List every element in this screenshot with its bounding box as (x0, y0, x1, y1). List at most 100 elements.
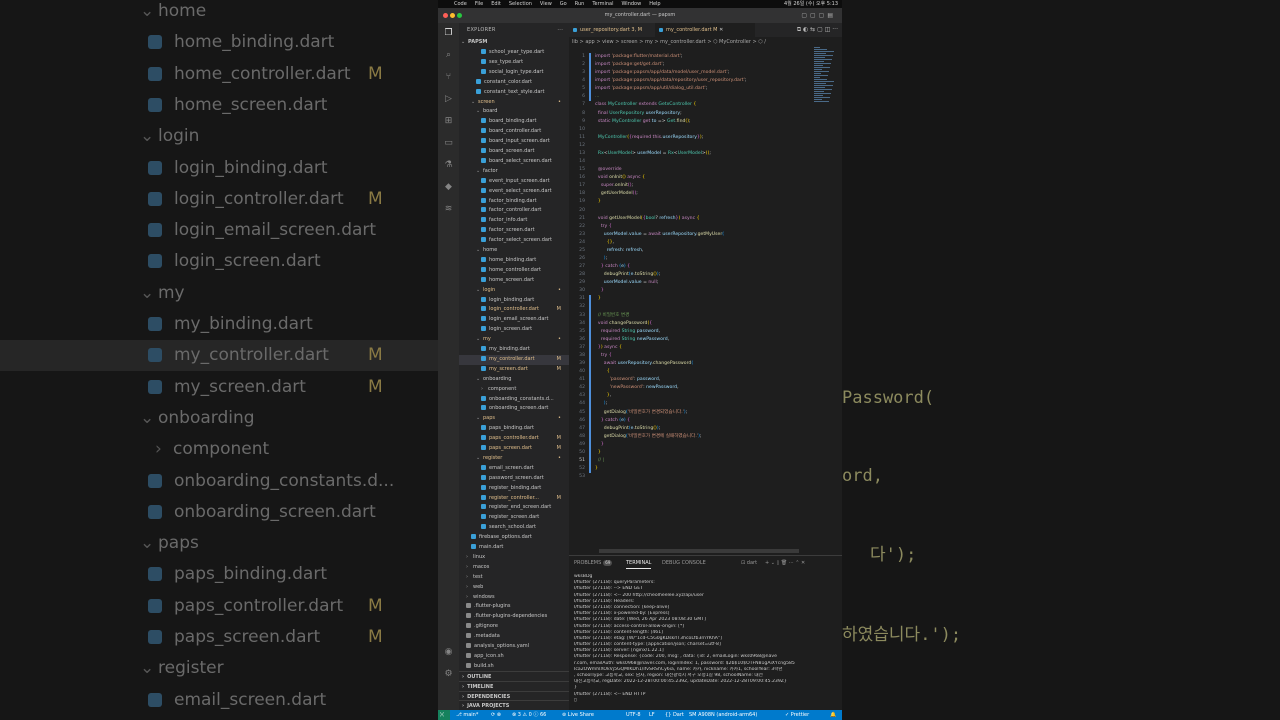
tree-item[interactable]: constant_color.dart (459, 78, 569, 88)
tree-item[interactable]: my_screen.dart M (459, 365, 569, 375)
code-line[interactable]: import 'package:papsm/app/data/model/use… (595, 69, 729, 77)
remote-icon[interactable]: ▭ (443, 138, 454, 149)
code-line[interactable]: try { (595, 223, 612, 231)
tree-item[interactable]: .metadata (459, 632, 569, 642)
code-line[interactable]: static MyController get to => Get.find()… (595, 118, 691, 126)
code-line[interactable]: } (595, 198, 601, 206)
code-line[interactable]: try { (595, 352, 612, 360)
tree-item[interactable]: register_controller... M (459, 494, 569, 504)
tree-item[interactable]: my_binding.dart (459, 345, 569, 355)
tree-item[interactable]: login_screen.dart (459, 325, 569, 335)
tree-item[interactable]: school_year_type.dart (459, 48, 569, 58)
menu-item-run[interactable]: Run (575, 0, 585, 8)
editor-tab[interactable]: my_controller.dart M ✕ (655, 23, 755, 37)
git-branch-status[interactable]: ⎇ main* (456, 710, 478, 720)
code-line[interactable]: } (595, 295, 601, 303)
breadcrumb[interactable]: lib > app > view > screen > my > my_cont… (569, 37, 842, 47)
prettier-status[interactable]: ✓ Prettier (785, 710, 809, 720)
tree-item[interactable]: › component (459, 385, 569, 395)
menu-item-edit[interactable]: Edit (491, 0, 501, 8)
menu-item-window[interactable]: Window (621, 0, 641, 8)
tree-item[interactable]: ⌄ register • (459, 454, 569, 464)
code-line[interactable]: debugPrint(e.toString()); (595, 271, 660, 279)
code-line[interactable]: // | (595, 457, 604, 465)
close-tab-icon[interactable]: ✕ (717, 27, 723, 33)
tree-item[interactable]: analysis_options.yaml (459, 642, 569, 652)
code-line[interactable]: debugPrint(e.toString()); (595, 425, 660, 433)
code-line[interactable]: import 'package:flutter/material.dart'; (595, 53, 682, 61)
explorer-root-folder[interactable]: ⌄ PAPSM (459, 38, 569, 48)
code-line[interactable]: { (595, 368, 610, 376)
tree-item[interactable]: ⌄ home (459, 246, 569, 256)
minimize-window-button[interactable] (450, 13, 455, 18)
layout-toggle-icons[interactable]: ▢▢▢▤ (801, 8, 836, 23)
tree-item[interactable]: register_screen.dart (459, 513, 569, 523)
code-line[interactable]: import 'package:papsm/app/data/repositor… (595, 77, 746, 85)
flutter-device-status[interactable]: SM A908N (android-arm64) (689, 710, 757, 720)
tree-item[interactable]: .flutter-plugins (459, 602, 569, 612)
code-line[interactable]: }, (595, 392, 611, 400)
tree-item[interactable]: ⌄ onboarding (459, 375, 569, 385)
tree-item[interactable]: onboarding_screen.dart (459, 404, 569, 414)
tree-item[interactable]: paps_screen.dart M (459, 444, 569, 454)
panel-tab-terminal[interactable]: TERMINAL (626, 556, 652, 569)
tree-item[interactable]: paps_controller.dart M (459, 434, 569, 444)
code-line[interactable]: super.onInit(); (595, 182, 633, 190)
tree-item[interactable]: home_screen.dart (459, 276, 569, 286)
tree-item[interactable]: login_binding.dart (459, 296, 569, 306)
tree-item[interactable]: register_binding.dart (459, 484, 569, 494)
remote-icon[interactable]: ⟩⟨ (440, 710, 444, 720)
terminal-shell-selector[interactable]: ⊡ dart (741, 556, 757, 570)
code-line[interactable]: }) async { (595, 344, 622, 352)
tree-item[interactable]: login_email_screen.dart (459, 315, 569, 325)
code-line[interactable]: } (595, 449, 601, 457)
code-line[interactable]: final UserRepository userRepository; (595, 110, 682, 118)
code-line[interactable]: void changePassword({ (595, 320, 652, 328)
section-timeline[interactable]: › TIMELINE (459, 680, 569, 691)
code-line[interactable]: userModel.value = null; (595, 279, 659, 287)
code-line[interactable]: getUserModel(); (595, 190, 638, 198)
code-line[interactable]: ); (595, 255, 607, 263)
horizontal-scrollbar[interactable] (599, 549, 799, 553)
menu-item-view[interactable]: View (540, 0, 552, 8)
tree-item[interactable]: factor_controller.dart (459, 206, 569, 216)
tree-item[interactable]: › test (459, 573, 569, 583)
tree-item[interactable]: register_end_screen.dart (459, 503, 569, 513)
sync-status[interactable]: ⟳ ⊗ (491, 710, 501, 720)
menu-item-file[interactable]: File (475, 0, 483, 8)
close-window-button[interactable] (443, 13, 448, 18)
menu-item-terminal[interactable]: Terminal (592, 0, 613, 8)
tree-item[interactable]: my_controller.dart M (459, 354, 569, 365)
minimap[interactable] (814, 47, 836, 107)
tree-item[interactable]: factor_screen.dart (459, 226, 569, 236)
tree-item[interactable]: .flutter-plugins-dependencies (459, 612, 569, 622)
code-line[interactable]: {}, (595, 239, 614, 247)
code-line[interactable]: } catch (e) { (595, 417, 630, 425)
tree-item[interactable]: › web (459, 583, 569, 593)
code-line[interactable]: required String password, (595, 328, 660, 336)
docker-icon[interactable]: ◆ (443, 182, 454, 193)
code-line[interactable]: } (595, 287, 604, 295)
panel-controls[interactable]: + ⌄ ▯ 🗑 ··· ⌃ ✕ (765, 556, 805, 570)
database-icon[interactable]: ≋ (443, 204, 454, 215)
tree-item[interactable]: ⌄ factor (459, 167, 569, 177)
code-line[interactable]: getDialog('비밀번호가 변경되었습니다.'); (595, 409, 688, 417)
code-line[interactable]: void onInit() async { (595, 174, 645, 182)
notifications-bell-icon[interactable]: 🔔 (830, 710, 836, 720)
tree-item[interactable]: factor_info.dart (459, 216, 569, 226)
code-line[interactable]: import 'package:papsm/app/util/dialog_ut… (595, 85, 707, 93)
testing-icon[interactable]: ⚗ (443, 160, 454, 171)
code-line[interactable]: ); (595, 400, 607, 408)
tree-item[interactable]: home_binding.dart (459, 256, 569, 266)
tree-item[interactable]: board_controller.dart (459, 127, 569, 137)
tree-item[interactable]: › windows (459, 593, 569, 603)
tree-item[interactable]: ⌄ paps • (459, 414, 569, 424)
tree-item[interactable]: email_screen.dart (459, 464, 569, 474)
code-line[interactable]: required String newPassword, (595, 336, 669, 344)
code-line[interactable]: @override (595, 166, 622, 174)
code-line[interactable]: ... (595, 93, 599, 101)
code-line[interactable]: import 'package:get/get.dart'; (595, 61, 664, 69)
problems-status[interactable]: ⊗ 3 ⚠ 0 ⓘ 66 (512, 710, 546, 720)
eol-status[interactable]: LF (649, 710, 655, 720)
section-dependencies[interactable]: › DEPENDENCIES (459, 690, 569, 701)
